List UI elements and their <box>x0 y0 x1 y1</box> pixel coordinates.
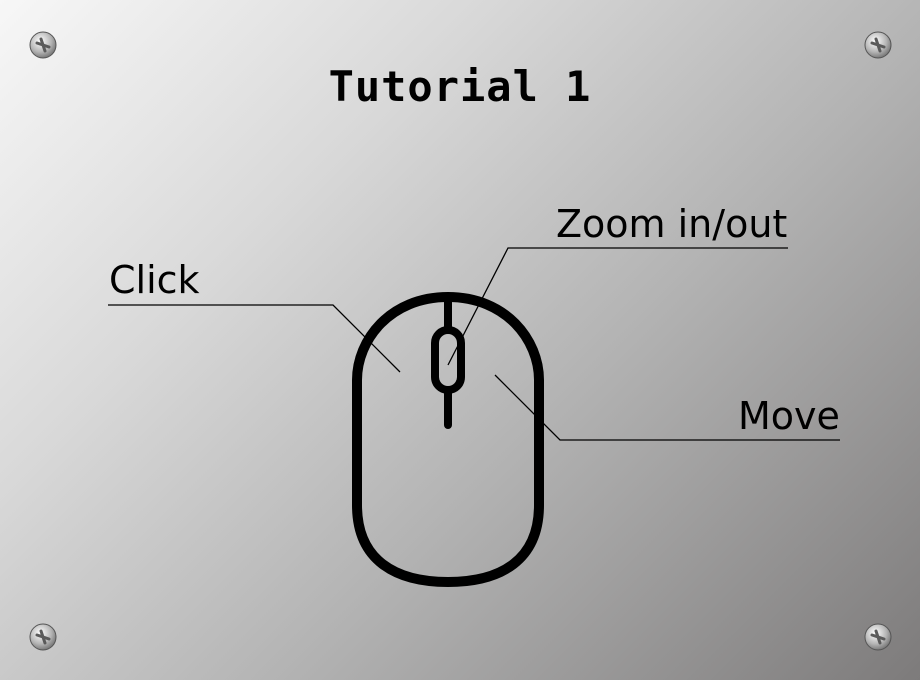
zoom-label: Zoom in/out <box>556 202 788 246</box>
scroll-wheel <box>431 326 465 394</box>
mouse-diagram <box>108 247 840 587</box>
mouse-icon <box>352 292 544 587</box>
move-label: Move <box>738 394 840 438</box>
click-label: Click <box>109 258 200 302</box>
tutorial-panel: Tutorial 1 Click Zoom in/out Move <box>0 0 920 680</box>
